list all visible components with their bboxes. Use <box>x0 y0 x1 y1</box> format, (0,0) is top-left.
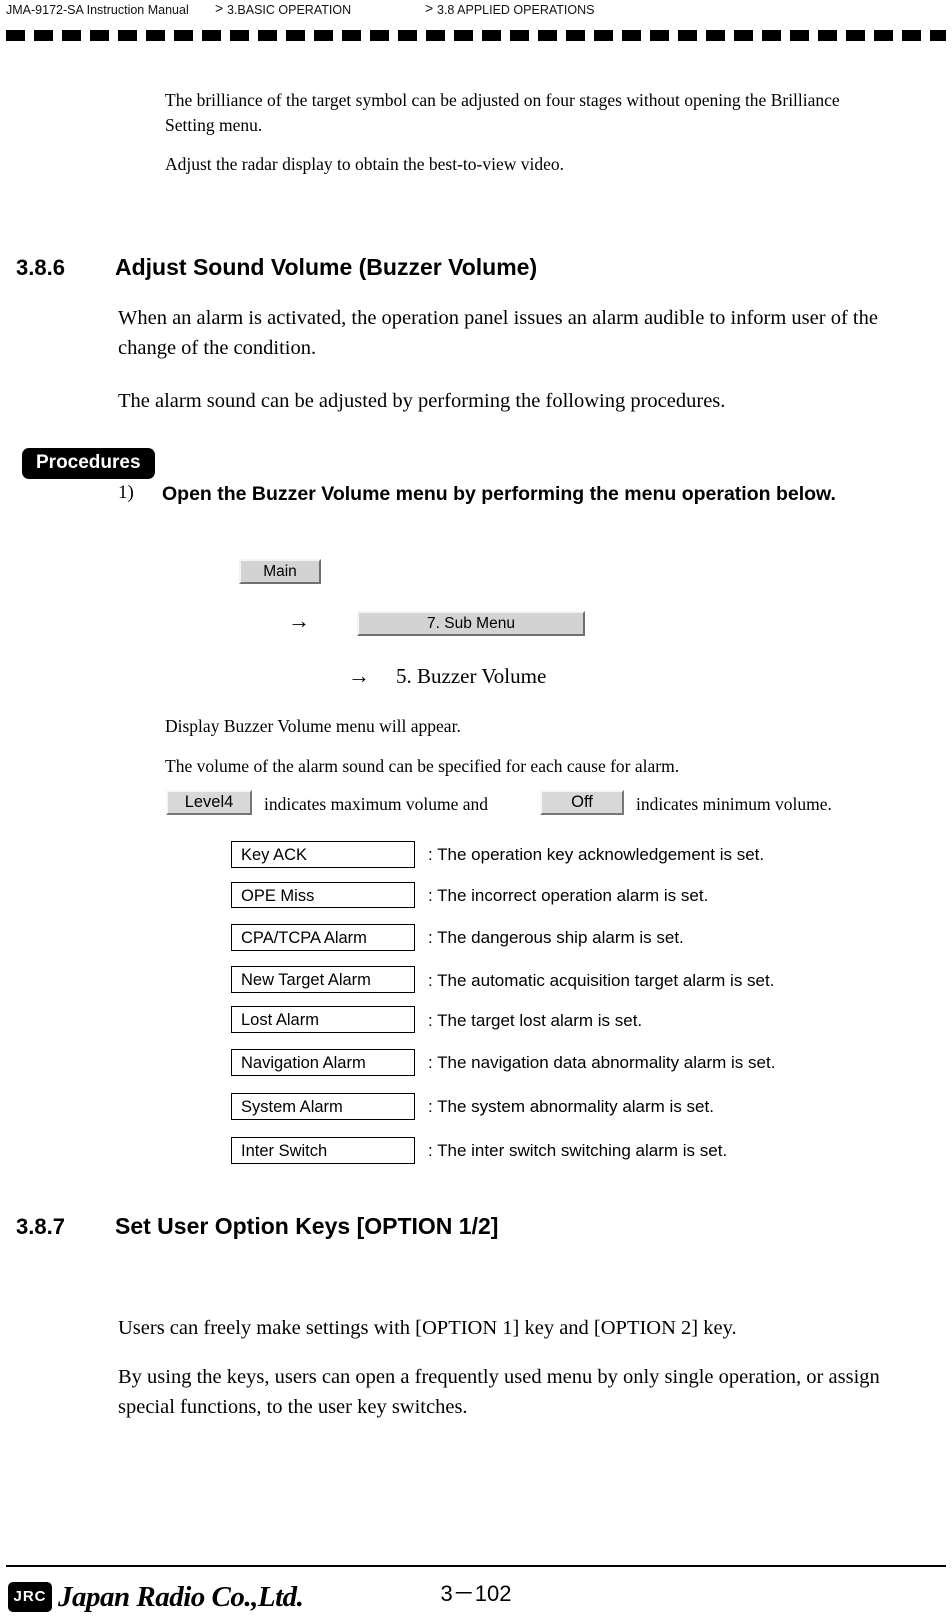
step-1-number: 1) <box>118 482 134 503</box>
page: JMA-9172-SA Instruction Manual > 3.BASIC… <box>0 0 952 1620</box>
menu-key-sub-menu[interactable]: 7. Sub Menu <box>357 611 585 636</box>
alarm-desc-1: : The incorrect operation alarm is set. <box>428 886 709 905</box>
alarm-key-3[interactable]: New Target Alarm <box>231 966 415 993</box>
volume-level-max-text: indicates maximum volume and <box>264 794 489 814</box>
header-chapter: 3.BASIC OPERATION <box>227 3 352 17</box>
section-386-paragraph-2: The alarm sound can be adjusted by perfo… <box>118 390 726 412</box>
alarm-key-1[interactable]: OPE Miss <box>231 882 415 908</box>
page-header: JMA-9172-SA Instruction Manual > 3.BASIC… <box>0 0 952 22</box>
alarm-desc-7: : The inter switch switching alarm is se… <box>428 1141 728 1160</box>
menu-item-buzzer-volume[interactable]: 5. Buzzer Volume <box>396 664 546 689</box>
menu-arrow-1: → <box>288 608 310 633</box>
alarm-key-4[interactable]: Lost Alarm <box>231 1006 415 1033</box>
section-386-number: 3.8.6 <box>16 255 65 280</box>
header-separator-2: > <box>425 0 434 16</box>
section-387-paragraph-2: By using the keys, users can open a freq… <box>118 1366 880 1418</box>
procedures-tab: Procedures <box>22 448 155 479</box>
alarm-desc-4: : The target lost alarm is set. <box>428 1011 643 1030</box>
section-386-paragraph-1: When an alarm is activated, the operatio… <box>118 307 878 359</box>
section-387-number: 3.8.7 <box>16 1214 65 1239</box>
alarm-desc-6: : The system abnormality alarm is set. <box>428 1097 714 1116</box>
volume-level-min-text: indicates minimum volume. <box>636 794 832 814</box>
alarm-key-6[interactable]: System Alarm <box>231 1093 415 1120</box>
alarm-desc-3: : The automatic acquisition target alarm… <box>428 971 775 990</box>
volume-level-min-key[interactable]: Off <box>540 790 624 815</box>
alarm-desc-5: : The navigation data abnormality alarm … <box>428 1053 776 1072</box>
buzzer-menu-appear-text: Display Buzzer Volume menu will appear. <box>165 716 461 736</box>
header-manual: JMA-9172-SA Instruction Manual <box>6 3 189 17</box>
intro-paragraph-1: The brilliance of the target symbol can … <box>165 90 840 135</box>
intro-paragraph-2: Adjust the radar display to obtain the b… <box>165 154 565 174</box>
footer-rule <box>6 1565 946 1567</box>
step-1-text: Open the Buzzer Volume menu by performin… <box>162 483 836 505</box>
alarm-key-2[interactable]: CPA/TCPA Alarm <box>231 924 415 951</box>
header-section: 3.8 APPLIED OPERATIONS <box>437 3 595 17</box>
page-number: 3－102 <box>440 1581 512 1606</box>
section-387-title: Set User Option Keys [OPTION 1/2] <box>115 1213 499 1239</box>
section-387-paragraph-1: Users can freely make settings with [OPT… <box>118 1317 737 1339</box>
header-separator-1: > <box>215 0 224 16</box>
buzzer-volume-description: The volume of the alarm sound can be spe… <box>165 756 680 776</box>
alarm-desc-0: : The operation key acknowledgement is s… <box>428 845 765 864</box>
volume-level-max-key[interactable]: Level4 <box>166 790 252 815</box>
alarm-key-7[interactable]: Inter Switch <box>231 1137 415 1164</box>
alarm-desc-2: : The dangerous ship alarm is set. <box>428 928 684 947</box>
alarm-key-5[interactable]: Navigation Alarm <box>231 1049 415 1076</box>
menu-key-main[interactable]: Main <box>239 559 321 584</box>
alarm-key-0[interactable]: Key ACK <box>231 841 415 868</box>
section-386-title: Adjust Sound Volume (Buzzer Volume) <box>115 254 538 280</box>
menu-arrow-2: → <box>348 663 370 688</box>
header-dashed-rule <box>6 30 946 41</box>
